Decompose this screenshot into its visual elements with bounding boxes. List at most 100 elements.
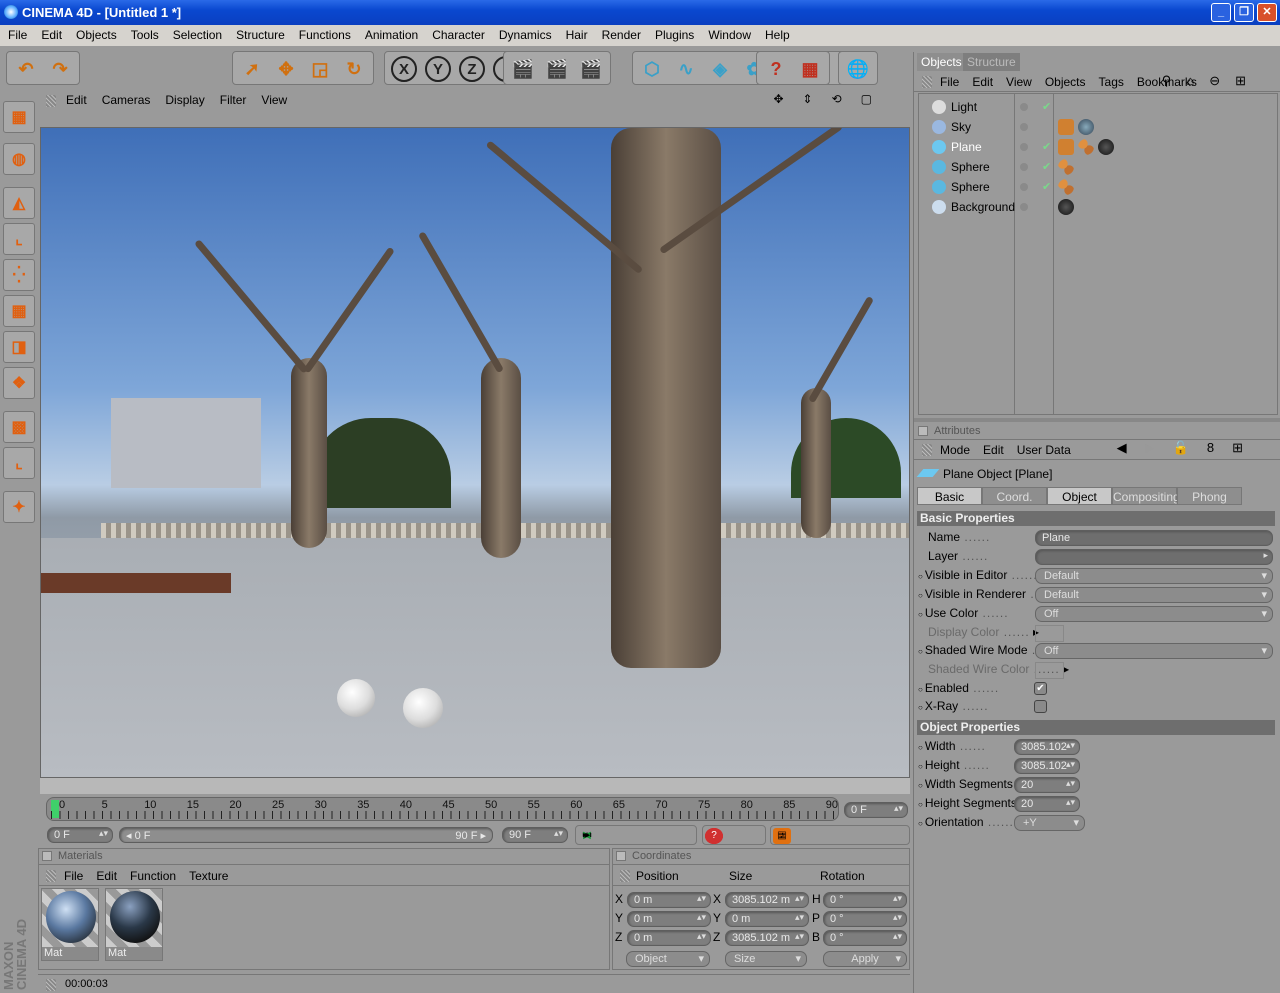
viewport-3d[interactable] (40, 127, 910, 778)
tab-coord[interactable]: Coord. (982, 487, 1047, 505)
viewport-menu-edit[interactable]: Edit (66, 93, 87, 110)
dolly-icon[interactable]: ⇕ (803, 92, 817, 106)
height-field[interactable]: 3085.102 ▴▾ (1014, 758, 1080, 774)
orbs-tag-icon[interactable] (1058, 179, 1074, 195)
position-x-field[interactable]: 0 m ▴▾ (627, 892, 711, 908)
maximize-view-icon[interactable]: ▢ (861, 92, 876, 106)
polygons-mode-icon[interactable]: ◨ (3, 331, 35, 363)
viewport-layout-icon[interactable]: ▦ (3, 101, 35, 133)
object-row[interactable]: Plane (920, 137, 1015, 157)
go-to-end-button[interactable]: ⏭ (578, 828, 596, 844)
use-color-dropdown[interactable]: Off (1035, 606, 1273, 622)
objects-menu-file[interactable]: File (940, 75, 959, 91)
render-picture-viewer-icon[interactable]: 🎬 (576, 54, 606, 84)
rotation-z-field[interactable]: 0 ° ▴▾ (823, 930, 907, 946)
width-segments-field[interactable]: 20 ▴▾ (1014, 777, 1080, 793)
tab-structure[interactable]: Structure (963, 53, 1020, 71)
clapper-tag-icon[interactable] (1058, 119, 1074, 135)
paint-icon[interactable]: ✦ (3, 491, 35, 523)
workplane-icon[interactable]: ⌞ (3, 447, 35, 479)
size-mode-dropdown[interactable]: Size (725, 951, 807, 967)
visibility-dot[interactable] (1020, 203, 1028, 211)
tab-object[interactable]: Object (1047, 487, 1112, 505)
tab-phong[interactable]: Phong (1177, 487, 1242, 505)
menu-hair[interactable]: Hair (566, 28, 588, 46)
objects-menu-tags[interactable]: Tags (1099, 75, 1124, 91)
menu-selection[interactable]: Selection (173, 28, 222, 46)
rotation-x-field[interactable]: 0 ° ▴▾ (823, 892, 907, 908)
new-window-icon[interactable]: ⊞ (1232, 440, 1248, 455)
position-z-field[interactable]: 0 m ▴▾ (627, 930, 711, 946)
pan-icon[interactable]: ✥ (773, 92, 787, 106)
visibility-dot[interactable] (1020, 123, 1028, 131)
viewport-menu-filter[interactable]: Filter (220, 93, 247, 110)
menu-edit[interactable]: Edit (41, 28, 62, 46)
attributes-menu-edit[interactable]: Edit (983, 443, 1004, 459)
apply-button[interactable]: Apply (823, 951, 907, 967)
size-x-field[interactable]: 3085.102 m ▴▾ (725, 892, 809, 908)
timeline-window-icon[interactable]: ▤ (773, 828, 791, 844)
tab-objects[interactable]: Objects (917, 53, 966, 71)
object-row[interactable]: Sky (920, 117, 1015, 137)
visible-in-renderer-dropdown[interactable]: Default (1035, 587, 1273, 603)
materials-menu-texture[interactable]: Texture (189, 869, 228, 885)
layer-field[interactable]: ▸ (1035, 549, 1273, 565)
home-icon[interactable]: ⌂ (1186, 73, 1196, 88)
edges-mode-icon[interactable]: ▦ (3, 295, 35, 327)
enabled-checkbox[interactable]: ✔ (1034, 682, 1047, 695)
forward-arrow-icon[interactable]: ▶ (1145, 440, 1160, 455)
back-arrow-icon[interactable]: ◀ (1117, 440, 1132, 455)
menu-dynamics[interactable]: Dynamics (499, 28, 552, 46)
objects-menu-view[interactable]: View (1006, 75, 1032, 91)
redo-icon[interactable]: ↷ (45, 54, 75, 84)
orbs-tag-icon[interactable] (1058, 159, 1074, 175)
grip-handle[interactable] (46, 979, 56, 991)
material-swatch[interactable]: Mat (41, 888, 99, 961)
materials-menu-function[interactable]: Function (130, 869, 176, 885)
menu-character[interactable]: Character (432, 28, 485, 46)
coordinate-mode-dropdown[interactable]: Object (626, 951, 710, 967)
object-row[interactable]: Sphere (920, 157, 1015, 177)
orientation-dropdown[interactable]: +Y (1014, 815, 1085, 831)
menu-animation[interactable]: Animation (365, 28, 418, 46)
position-y-field[interactable]: 0 m ▴▾ (627, 911, 711, 927)
grip-handle[interactable] (46, 95, 56, 107)
menu-tools[interactable]: Tools (131, 28, 159, 46)
orbit-icon[interactable]: ⟲ (832, 92, 846, 106)
object-row[interactable]: Light (920, 97, 1015, 117)
panel-toggle[interactable] (616, 851, 626, 861)
visibility-dot[interactable] (1020, 103, 1028, 111)
select-pointer-icon[interactable]: ➚ (237, 54, 267, 84)
height-segments-field[interactable]: 20 ▴▾ (1014, 796, 1080, 812)
dark-tag-icon[interactable] (1058, 199, 1074, 215)
range-slider[interactable]: ◂ 0 F 90 F ▸ (119, 827, 493, 843)
materials-menu-edit[interactable]: Edit (96, 869, 117, 885)
close-button[interactable]: ✕ (1257, 3, 1277, 22)
shaded-wire-color-swatch[interactable] (1035, 662, 1064, 679)
object-row[interactable]: Background (920, 197, 1015, 217)
menu-plugins[interactable]: Plugins (655, 28, 694, 46)
help-pointer-icon[interactable]: ? (761, 54, 791, 84)
grip-handle[interactable] (922, 444, 932, 456)
shaded-wire-mode-dropdown[interactable]: Off (1035, 643, 1273, 659)
object-mode-icon[interactable]: ◍ (3, 143, 35, 175)
x-axis-icon[interactable]: X (391, 56, 417, 82)
menu-window[interactable]: Window (708, 28, 751, 46)
dark-tag-icon[interactable] (1098, 139, 1114, 155)
material-swatch[interactable]: Mat (105, 888, 163, 961)
panel-divider[interactable] (914, 418, 1280, 422)
keyframe-selection-icon[interactable]: ? (705, 828, 723, 844)
cube-primitive-icon[interactable]: ⬡ (637, 54, 667, 84)
maximize-button[interactable]: ❐ (1234, 3, 1254, 22)
minimize-button[interactable]: _ (1211, 3, 1231, 22)
objects-menu-objects[interactable]: Objects (1045, 75, 1086, 91)
grip-handle[interactable] (620, 870, 630, 882)
orbs-tag-icon[interactable] (1078, 139, 1094, 155)
rotate-icon[interactable]: ↻ (339, 54, 369, 84)
grip-handle[interactable] (922, 76, 932, 88)
y-axis-icon[interactable]: Y (425, 56, 451, 82)
sky-tag-icon[interactable] (1078, 119, 1094, 135)
enabled-check-icon[interactable]: ✔ (1042, 140, 1051, 153)
scale-icon[interactable]: ◲ (305, 54, 335, 84)
tab-basic[interactable]: Basic (917, 487, 982, 505)
